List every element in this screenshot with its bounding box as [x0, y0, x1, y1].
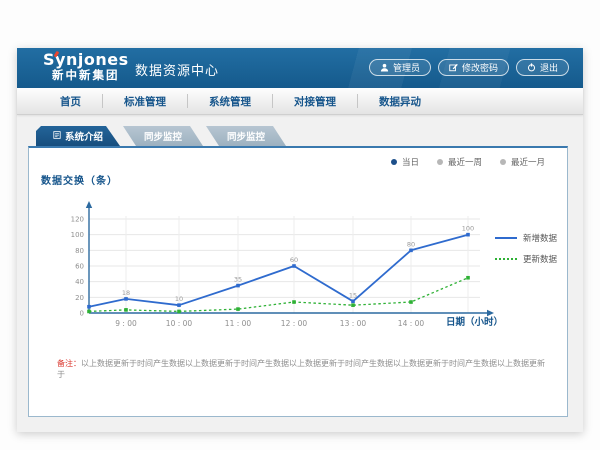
tab-system-intro-label: 系统介绍 — [65, 129, 103, 143]
svg-text:100: 100 — [462, 225, 474, 233]
svg-text:14 : 00: 14 : 00 — [398, 319, 425, 328]
svg-text:35: 35 — [234, 276, 242, 284]
svg-text:120: 120 — [71, 216, 84, 224]
svg-text:10: 10 — [175, 295, 183, 303]
svg-text:80: 80 — [75, 247, 84, 255]
range-option-last-month[interactable]: 最近一月 — [500, 156, 545, 168]
nav-item-home[interactable]: 首页 — [39, 94, 102, 109]
svg-text:60: 60 — [75, 263, 84, 271]
range-option-last-week[interactable]: 最近一周 — [437, 156, 482, 168]
logo-text: Synjones — [43, 52, 129, 69]
tab-sync-monitor-1-label: 同步监控 — [144, 129, 182, 143]
power-icon — [527, 63, 536, 72]
legend-updated-data[interactable]: 更新数据 — [495, 253, 557, 265]
svg-text:60: 60 — [290, 256, 298, 264]
svg-text:18: 18 — [122, 289, 130, 297]
svg-text:15: 15 — [349, 291, 357, 299]
footnote-label: 备注： — [57, 359, 81, 368]
series-legend: 新增数据 更新数据 — [495, 232, 557, 265]
header-buttons: 管理员 修改密码 退出 — [369, 59, 569, 76]
svg-text:13 : 00: 13 : 00 — [340, 319, 367, 328]
app-header: Synjones 新中新集团 数据资源中心 管理员 修改密码 — [17, 48, 583, 88]
svg-text:0: 0 — [80, 310, 84, 318]
svg-text:100: 100 — [71, 231, 84, 239]
company-logo: Synjones 新中新集团 — [43, 52, 129, 81]
tab-sync-monitor-2[interactable]: 同步监控 — [206, 126, 286, 146]
radio-unselected-icon — [437, 159, 443, 165]
svg-text:11 : 00: 11 : 00 — [225, 319, 252, 328]
nav-item-standard-mgmt[interactable]: 标准管理 — [103, 94, 187, 109]
user-icon — [380, 63, 389, 72]
chart-y-axis-title: 数据交换（条） — [41, 172, 118, 187]
range-last-month-label: 最近一月 — [511, 156, 545, 168]
nav-item-system-mgmt[interactable]: 系统管理 — [188, 94, 272, 109]
range-last-week-label: 最近一周 — [448, 156, 482, 168]
document-icon — [53, 131, 61, 142]
logo-subtext: 新中新集团 — [43, 69, 129, 81]
main-nav: 首页 标准管理 系统管理 对接管理 数据异动 — [17, 88, 583, 115]
logout-label: 退出 — [540, 61, 558, 74]
tab-system-intro[interactable]: 系统介绍 — [36, 126, 120, 146]
nav-item-data-change[interactable]: 数据异动 — [358, 94, 442, 109]
legend-updated-data-label: 更新数据 — [523, 253, 557, 265]
radio-selected-icon — [391, 159, 397, 165]
svg-text:12 : 00: 12 : 00 — [281, 319, 308, 328]
page-title: 数据资源中心 — [135, 60, 219, 79]
admin-user-button[interactable]: 管理员 — [369, 59, 431, 76]
svg-text:20: 20 — [75, 294, 84, 302]
logout-button[interactable]: 退出 — [516, 59, 569, 76]
legend-new-data-label: 新增数据 — [523, 232, 557, 244]
green-dashed-line-icon — [495, 258, 517, 260]
tab-bar: 系统介绍 同步监控 同步监控 — [36, 126, 583, 146]
tab-sync-monitor-2-label: 同步监控 — [227, 129, 265, 143]
svg-text:80: 80 — [407, 240, 415, 248]
nav-item-interface-mgmt[interactable]: 对接管理 — [273, 94, 357, 109]
time-range-selector: 当日 最近一周 最近一月 — [391, 156, 545, 168]
tab-sync-monitor-1[interactable]: 同步监控 — [123, 126, 203, 146]
footnote-text: 以上数据更新于时间产生数据以上数据更新于时间产生数据以上数据更新于时间产生数据以… — [57, 359, 545, 379]
svg-text:10 : 00: 10 : 00 — [166, 319, 193, 328]
svg-text:40: 40 — [75, 278, 84, 286]
change-password-button[interactable]: 修改密码 — [438, 59, 509, 76]
chart-x-axis-title: 日期（小时） — [446, 314, 503, 328]
admin-user-label: 管理员 — [393, 61, 420, 74]
content-panel: 当日 最近一周 最近一月 数据交换（条） 0 20 40 60 80 100 120 9 : … — [28, 146, 568, 417]
edit-icon — [449, 63, 458, 72]
range-today-label: 当日 — [402, 156, 419, 168]
blue-line-icon — [495, 237, 517, 239]
footnote: 备注：以上数据更新于时间产生数据以上数据更新于时间产生数据以上数据更新于时间产生… — [57, 358, 547, 380]
legend-new-data[interactable]: 新增数据 — [495, 232, 557, 244]
range-option-today[interactable]: 当日 — [391, 156, 419, 168]
radio-unselected-icon — [500, 159, 506, 165]
main-page: Synjones 新中新集团 数据资源中心 管理员 修改密码 — [17, 48, 583, 432]
change-password-label: 修改密码 — [462, 61, 498, 74]
svg-text:9 : 00: 9 : 00 — [115, 319, 137, 328]
